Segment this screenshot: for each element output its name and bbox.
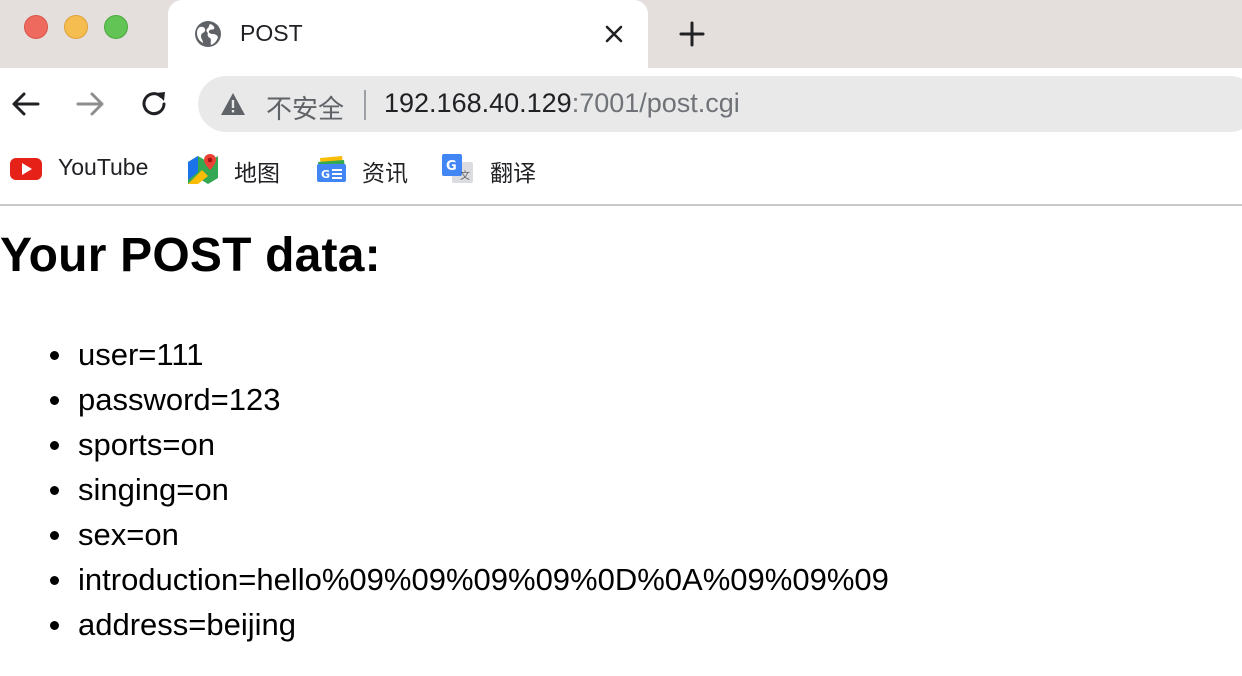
browser-toolbar: 不安全 192.168.40.129:7001/post.cgi [0, 68, 1242, 140]
svg-text:G: G [446, 159, 457, 174]
url-host: 192.168.40.129 [384, 88, 572, 118]
list-item: password=123 [0, 377, 889, 422]
tab-title: POST [240, 20, 303, 46]
new-tab-button[interactable] [676, 18, 708, 50]
post-data-list: user=111 password=123 sports=on singing=… [0, 332, 889, 647]
window-minimize-button[interactable] [64, 15, 88, 39]
address-bar[interactable]: 不安全 192.168.40.129:7001/post.cgi [198, 76, 1242, 132]
warning-triangle-icon[interactable] [220, 92, 246, 116]
list-item: user=111 [0, 332, 889, 377]
bookmarks-bar: YouTube 地图 G 资讯 G 文 翻译 [0, 140, 1242, 206]
close-tab-icon[interactable] [602, 22, 626, 46]
tab-post[interactable]: POST [168, 0, 648, 68]
window-maximize-button[interactable] [104, 15, 128, 39]
globe-icon [195, 21, 221, 47]
window-close-button[interactable] [24, 15, 48, 39]
security-status-label[interactable]: 不安全 [266, 89, 344, 126]
bookmark-label: 资讯 [362, 161, 408, 187]
back-button[interactable] [8, 86, 44, 122]
list-item: sex=on [0, 512, 889, 557]
svg-text:文: 文 [460, 169, 470, 182]
svg-text:G: G [321, 168, 330, 181]
list-item: address=beijing [0, 602, 889, 647]
bookmark-label: 地图 [234, 161, 280, 187]
page-content: Your POST data: user=111 password=123 sp… [0, 206, 1242, 676]
forward-button[interactable] [72, 86, 108, 122]
maps-icon [188, 154, 218, 184]
url-text[interactable]: 192.168.40.129:7001/post.cgi [384, 88, 740, 119]
tab-strip: POST [0, 0, 1242, 68]
list-item: introduction=hello%09%09%09%09%0D%0A%09%… [0, 557, 889, 602]
bookmark-label: YouTube [58, 154, 149, 180]
news-icon: G [317, 156, 346, 182]
list-item: sports=on [0, 422, 889, 467]
url-path: :7001/post.cgi [571, 88, 740, 118]
youtube-icon [10, 158, 42, 180]
translate-icon: G 文 [442, 154, 473, 183]
reload-button[interactable] [136, 86, 172, 122]
page-heading: Your POST data: [0, 229, 381, 282]
list-item: singing=on [0, 467, 889, 512]
bookmark-label: 翻译 [490, 161, 536, 187]
address-separator [364, 90, 366, 120]
